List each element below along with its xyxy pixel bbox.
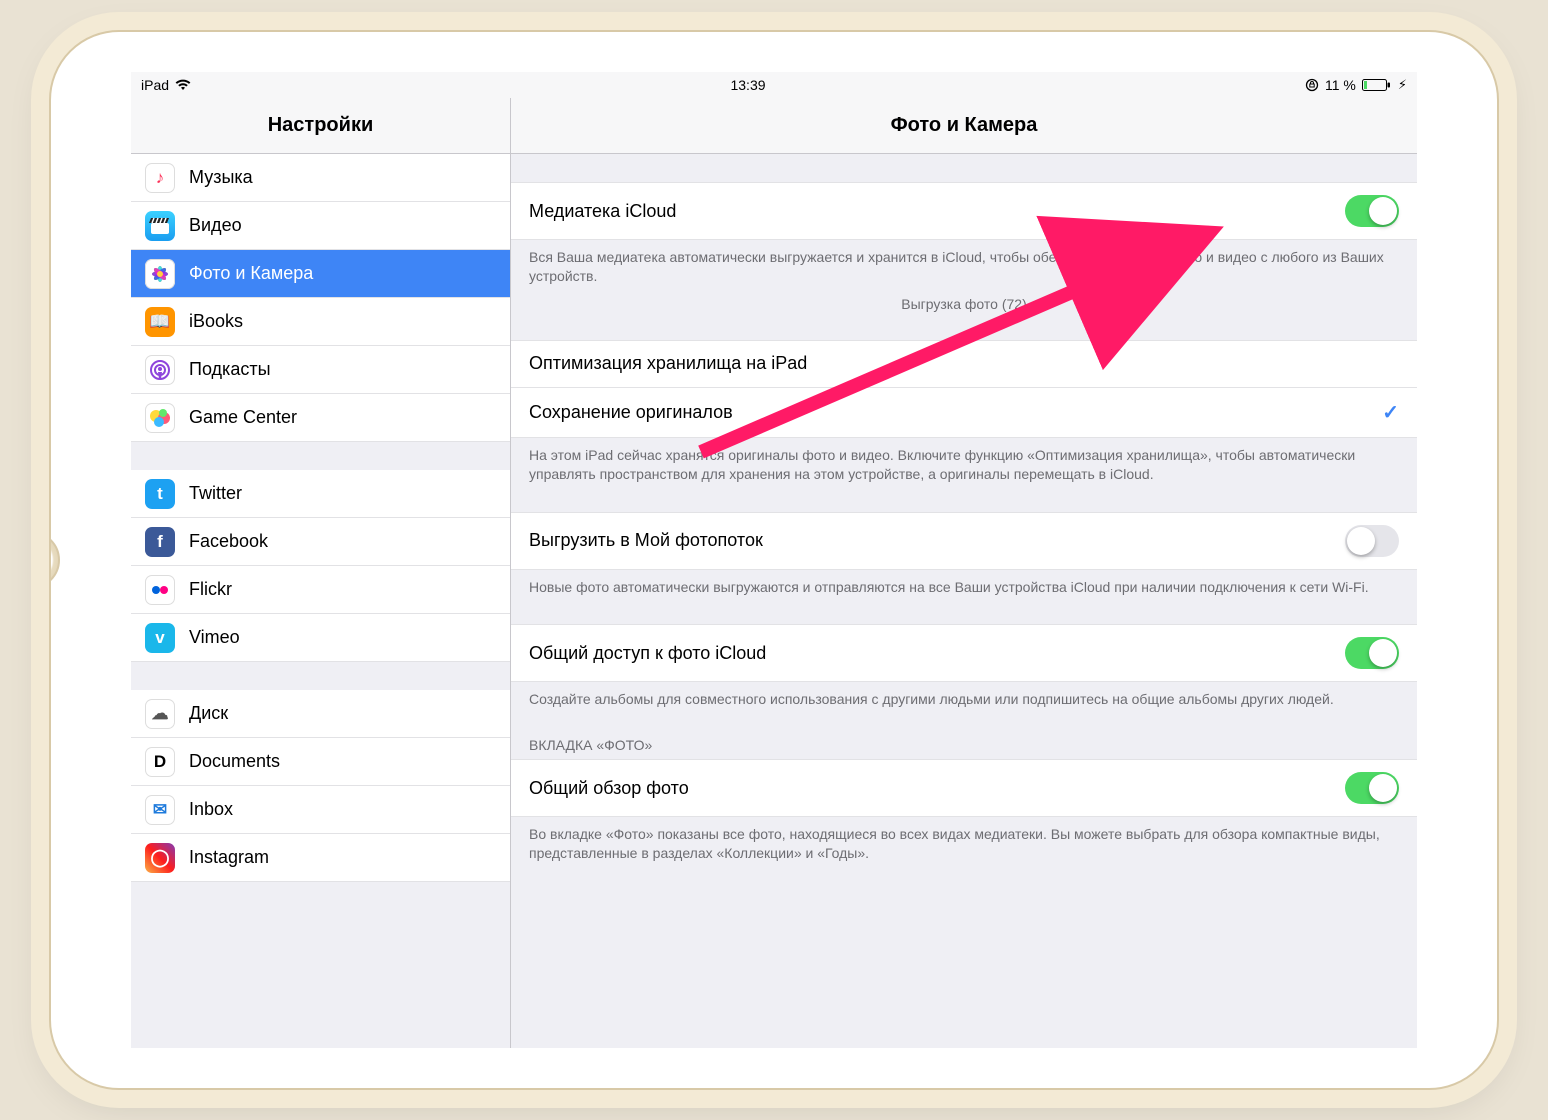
sidebar-item-photos[interactable]: Фото и Камера [131,250,510,298]
flickr-icon [145,575,175,605]
setting-keep-orig[interactable]: Сохранение оригиналов ✓ [511,388,1417,438]
sidebar-item-label: Фото и Камера [189,263,313,284]
sidebar-item-inbox[interactable]: ✉︎ Inbox [131,786,510,834]
sidebar-item-gamecenter[interactable]: Game Center [131,394,510,442]
sidebar-item-video[interactable]: Видео [131,202,510,250]
sidebar-item-documents[interactable]: D Documents [131,738,510,786]
video-icon [145,211,175,241]
setting-my-stream[interactable]: Выгрузить в Мой фотопоток [511,512,1417,570]
ibooks-icon: 📖 [145,307,175,337]
gamecenter-icon [145,403,175,433]
wifi-icon [175,79,191,91]
detail-pane: Фото и Камера Медиатека iCloud Вся Ваша м… [511,98,1417,1048]
sidebar-item-podcasts[interactable]: Подкасты [131,346,510,394]
checkmark-icon: ✓ [1382,400,1399,425]
device-name: iPad [141,77,169,93]
sidebar-item-music[interactable]: ♪ Музыка [131,154,510,202]
battery-icon [1362,78,1392,92]
setting-label: Сохранение оригиналов [529,402,733,423]
setting-summarize[interactable]: Общий обзор фото [511,759,1417,817]
toggle-my-stream[interactable] [1345,525,1399,557]
sidebar-item-label: Instagram [189,847,269,868]
sidebar-item-label: iBooks [189,311,243,332]
sidebar-item-ibooks[interactable]: 📖 iBooks [131,298,510,346]
sidebar-item-label: Twitter [189,483,242,504]
screen: iPad 13:39 11 % ⚡︎ Настройки [131,72,1417,1048]
sidebar-item-label: Подкасты [189,359,271,380]
home-button[interactable] [49,531,60,589]
upload-status: Выгрузка фото (72) [511,286,1417,312]
sidebar-item-label: Game Center [189,407,297,428]
clock: 13:39 [730,77,765,93]
sidebar-item-instagram[interactable]: ◯ Instagram [131,834,510,882]
sidebar-item-label: Facebook [189,531,268,552]
sidebar-item-label: Documents [189,751,280,772]
setting-label: Выгрузить в Мой фотопоток [529,530,763,551]
sidebar-item-label: Inbox [189,799,233,820]
twitter-icon: t [145,479,175,509]
detail-title: Фото и Камера [511,98,1417,154]
setting-label: Общий доступ к фото iCloud [529,643,766,664]
disk-icon: ☁︎ [145,699,175,729]
orientation-lock-icon [1305,78,1319,92]
sidebar-item-vimeo[interactable]: v Vimeo [131,614,510,662]
status-bar: iPad 13:39 11 % ⚡︎ [131,72,1417,98]
sidebar-item-facebook[interactable]: f Facebook [131,518,510,566]
setting-label: Медиатека iCloud [529,201,676,222]
charging-icon: ⚡︎ [1398,77,1407,93]
toggle-summarize[interactable] [1345,772,1399,804]
inbox-icon: ✉︎ [145,795,175,825]
section-footer: Во вкладке «Фото» показаны все фото, нах… [511,817,1417,863]
setting-label: Оптимизация хранилища на iPad [529,353,807,374]
toggle-shared[interactable] [1345,637,1399,669]
section-footer: Создайте альбомы для совместного использ… [511,682,1417,709]
sidebar-item-label: Vimeo [189,627,240,648]
setting-shared[interactable]: Общий доступ к фото iCloud [511,624,1417,682]
sidebar-item-twitter[interactable]: t Twitter [131,470,510,518]
photos-icon [145,259,175,289]
sidebar-item-disk[interactable]: ☁︎ Диск [131,690,510,738]
sidebar-item-flickr[interactable]: Flickr [131,566,510,614]
section-header: ВКЛАДКА «ФОТО» [511,737,1417,759]
settings-sidebar: Настройки ♪ Музыка Видео Фото и Камера 📖 iBoo… [131,98,511,1048]
sidebar-item-label: Музыка [189,167,253,188]
section-footer: На этом iPad сейчас хранятся оригиналы ф… [511,438,1417,484]
documents-icon: D [145,747,175,777]
sidebar-item-label: Видео [189,215,242,236]
section-footer: Вся Ваша медиатека автоматически выгружа… [511,240,1417,286]
setting-label: Общий обзор фото [529,778,689,799]
sidebar-item-label: Диск [189,703,228,724]
section-footer: Новые фото автоматически выгружаются и о… [511,570,1417,597]
sidebar-item-label: Flickr [189,579,232,600]
facebook-icon: f [145,527,175,557]
toggle-icloud-library[interactable] [1345,195,1399,227]
detail-content[interactable]: Медиатека iCloud Вся Ваша медиатека автом… [511,154,1417,1048]
vimeo-icon: v [145,623,175,653]
sidebar-title: Настройки [131,98,510,154]
setting-optimize[interactable]: Оптимизация хранилища на iPad [511,340,1417,388]
setting-icloud-library[interactable]: Медиатека iCloud [511,182,1417,240]
battery-text: 11 % [1325,77,1356,93]
instagram-icon: ◯ [145,843,175,873]
podcasts-icon [145,355,175,385]
music-icon: ♪ [145,163,175,193]
sidebar-list[interactable]: ♪ Музыка Видео Фото и Камера 📖 iBooks Подкасты… [131,154,510,1048]
ipad-frame: iPad 13:39 11 % ⚡︎ Настройки [49,30,1499,1090]
